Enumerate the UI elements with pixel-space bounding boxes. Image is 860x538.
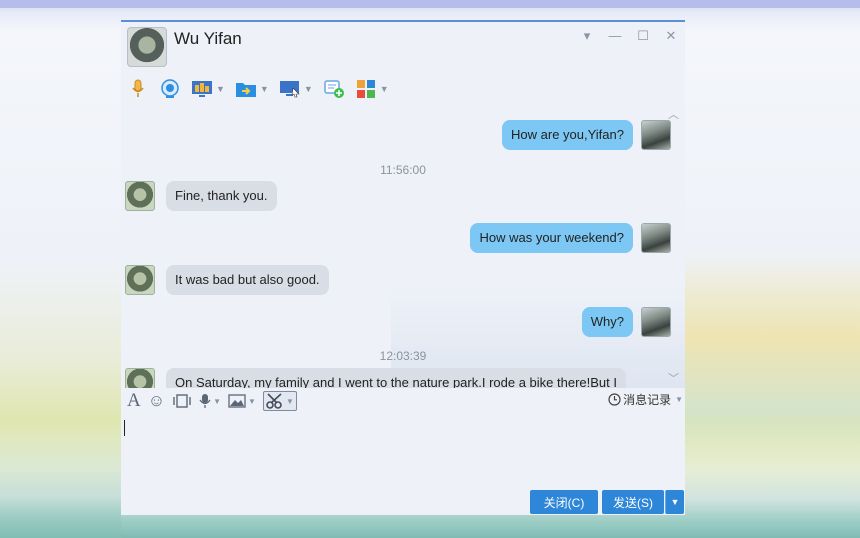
send-image-button[interactable]: ▼ bbox=[228, 391, 256, 411]
chat-header: Wu Yifan ▾ — ☐ ✕ bbox=[121, 22, 685, 72]
chevron-down-icon[interactable]: ▼ bbox=[380, 84, 389, 94]
scroll-down-icon[interactable]: ﹀ bbox=[668, 370, 679, 386]
contact-name[interactable]: Wu Yifan bbox=[174, 29, 242, 49]
my-avatar[interactable] bbox=[641, 120, 671, 150]
window-controls: ▾ — ☐ ✕ bbox=[579, 28, 679, 44]
desktop-background-streak bbox=[0, 430, 121, 538]
text-cursor bbox=[124, 420, 125, 436]
desktop-top-band bbox=[0, 0, 860, 8]
message-bubble[interactable]: Why? bbox=[581, 307, 633, 337]
font-icon: A bbox=[127, 390, 141, 411]
chevron-down-icon[interactable]: ▼ bbox=[260, 84, 269, 94]
message-list[interactable]: ︿ How are you,Yifan? 11:56:00 Fine, than… bbox=[121, 106, 685, 388]
apps-button[interactable]: ▼ bbox=[355, 79, 389, 99]
chevron-down-icon[interactable]: ▼ bbox=[216, 84, 225, 94]
voice-message-button[interactable]: ▼ bbox=[199, 391, 221, 411]
message-history-button[interactable]: 消息记录 ▼ bbox=[608, 391, 683, 408]
message-timestamp: 12:03:39 bbox=[379, 349, 427, 363]
send-button[interactable]: 发送(S) bbox=[602, 490, 664, 514]
desktop-background-streak bbox=[685, 250, 860, 450]
chat-footer: 关闭(C) 发送(S) ▼ bbox=[121, 488, 685, 515]
chevron-down-icon[interactable]: ▼ bbox=[248, 397, 256, 406]
message-outgoing: How was your weekend? bbox=[470, 223, 671, 253]
screenshot-button[interactable]: ▼ bbox=[262, 391, 297, 411]
chevron-down-icon[interactable]: ▼ bbox=[213, 397, 221, 406]
message-bubble[interactable]: How was your weekend? bbox=[470, 223, 633, 253]
camera-icon bbox=[159, 79, 181, 99]
contact-avatar[interactable] bbox=[127, 27, 167, 67]
chevron-down-icon[interactable]: ▼ bbox=[304, 84, 313, 94]
chevron-down-icon: ▼ bbox=[670, 497, 680, 507]
message-incoming: On Saturday, my family and I went to the… bbox=[125, 368, 626, 388]
message-bubble[interactable]: Fine, thank you. bbox=[166, 181, 277, 211]
close-button[interactable]: 关闭(C) bbox=[530, 490, 598, 514]
apps-grid-icon bbox=[355, 79, 377, 99]
contact-avatar-small[interactable] bbox=[125, 181, 155, 211]
screen-share-icon bbox=[191, 79, 213, 99]
message-incoming: It was bad but also good. bbox=[125, 265, 329, 295]
shake-window-icon bbox=[173, 394, 191, 408]
chevron-down-icon[interactable]: ▼ bbox=[286, 397, 294, 406]
message-outgoing: How are you,Yifan? bbox=[502, 120, 671, 150]
message-outgoing: Why? bbox=[581, 307, 671, 337]
message-timestamp: 11:56:00 bbox=[380, 163, 426, 177]
minimize-icon[interactable]: — bbox=[607, 28, 623, 44]
my-avatar[interactable] bbox=[641, 223, 671, 253]
contact-avatar-small[interactable] bbox=[125, 265, 155, 295]
close-icon[interactable]: ✕ bbox=[663, 28, 679, 44]
create-discussion-button[interactable] bbox=[323, 79, 345, 99]
chat-toolbar: ▼ ▼ ▼ ▼ bbox=[127, 76, 389, 102]
emoji-icon: ☺ bbox=[147, 391, 166, 410]
maximize-icon[interactable]: ☐ bbox=[635, 28, 651, 44]
image-icon bbox=[228, 394, 246, 408]
screen-share-button[interactable]: ▼ bbox=[191, 79, 225, 99]
menu-caret-icon[interactable]: ▾ bbox=[579, 28, 595, 44]
chat-add-icon bbox=[323, 79, 345, 99]
microphone-icon bbox=[199, 394, 211, 408]
emoji-button[interactable]: ☺ bbox=[148, 391, 165, 411]
message-bubble[interactable]: On Saturday, my family and I went to the… bbox=[166, 368, 626, 388]
message-bubble[interactable]: It was bad but also good. bbox=[166, 265, 329, 295]
contact-avatar-small[interactable] bbox=[125, 368, 155, 388]
message-input[interactable] bbox=[121, 416, 685, 488]
folder-icon bbox=[235, 79, 257, 99]
my-avatar[interactable] bbox=[641, 307, 671, 337]
shake-button[interactable] bbox=[172, 391, 192, 411]
monitor-icon bbox=[279, 79, 301, 99]
message-history-label: 消息记录 bbox=[623, 393, 672, 407]
message-bubble[interactable]: How are you,Yifan? bbox=[502, 120, 633, 150]
chat-window: Wu Yifan ▾ — ☐ ✕ ▼ ▼ ▼ ▼ ︿ How are you,Y… bbox=[121, 20, 685, 515]
font-button[interactable]: A bbox=[127, 390, 141, 411]
send-options-button[interactable]: ▼ bbox=[665, 490, 684, 514]
voice-call-button[interactable] bbox=[127, 79, 149, 99]
message-incoming: Fine, thank you. bbox=[125, 181, 277, 211]
remote-assist-button[interactable]: ▼ bbox=[279, 79, 313, 99]
clock-icon bbox=[608, 393, 621, 406]
scissors-icon bbox=[266, 393, 282, 409]
chevron-down-icon[interactable]: ▼ bbox=[675, 395, 683, 404]
send-file-button[interactable]: ▼ bbox=[235, 79, 269, 99]
video-call-button[interactable] bbox=[159, 79, 181, 99]
input-toolbar: A ☺ ▼ ▼ ▼ bbox=[121, 388, 685, 414]
microphone-icon bbox=[127, 79, 149, 99]
